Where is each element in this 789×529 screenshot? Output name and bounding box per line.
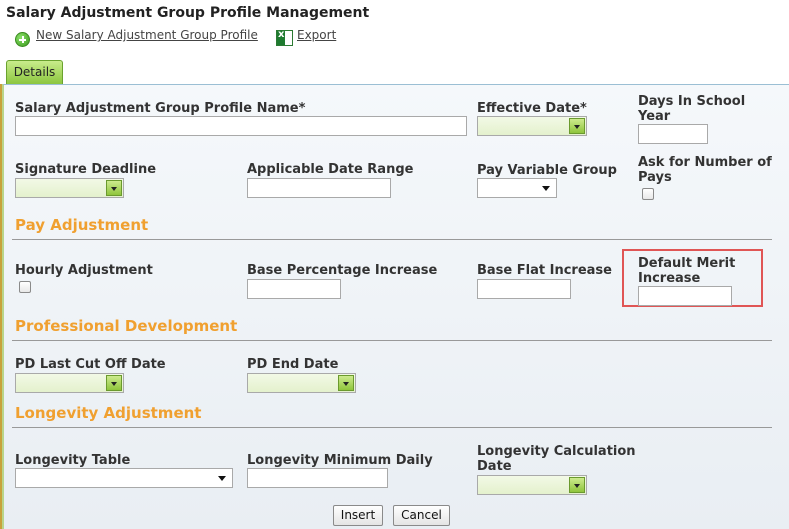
ask-number-of-pays-checkbox[interactable] xyxy=(642,188,654,200)
hourly-adjustment-label: Hourly Adjustment xyxy=(15,263,153,278)
section-divider xyxy=(12,427,772,428)
tab-details[interactable]: Details xyxy=(6,60,63,84)
longevity-min-daily-hours-input[interactable] xyxy=(247,468,388,488)
export-link[interactable]: Export xyxy=(297,28,336,42)
signature-deadline-label: Signature Deadline xyxy=(15,162,157,177)
default-merit-increase-label: Default Merit Increase xyxy=(638,256,736,286)
pd-last-cut-off-date-input[interactable] xyxy=(15,373,124,393)
section-pay-adjustment: Pay Adjustment xyxy=(15,216,149,234)
cancel-button[interactable]: Cancel xyxy=(393,505,450,526)
longevity-table-label: Longevity Table xyxy=(15,453,131,468)
excel-icon[interactable] xyxy=(276,29,293,46)
base-percentage-increase-input[interactable] xyxy=(247,279,341,299)
pd-last-cut-off-date-label: PD Last Cut Off Date xyxy=(15,357,166,372)
effective-date-label: Effective Date* xyxy=(477,101,587,116)
chevron-down-icon xyxy=(542,186,550,191)
pd-end-date-input[interactable] xyxy=(247,373,356,393)
pd-end-date-label: PD End Date xyxy=(247,357,339,372)
profile-name-label: Salary Adjustment Group Profile Name* xyxy=(15,101,306,116)
hourly-adjustment-checkbox[interactable] xyxy=(19,281,31,293)
pay-variable-group-label: Pay Variable Group xyxy=(477,163,617,178)
base-flat-increase-input[interactable] xyxy=(477,279,571,299)
calendar-dropdown-icon[interactable] xyxy=(338,375,354,391)
pay-variable-group-select[interactable] xyxy=(477,178,557,198)
calendar-dropdown-icon[interactable] xyxy=(106,375,122,391)
section-professional-development: Professional Development xyxy=(15,317,238,335)
section-longevity-adjustment: Longevity Adjustment xyxy=(15,404,202,422)
calendar-dropdown-icon[interactable] xyxy=(106,180,122,196)
left-accent-bar xyxy=(0,84,2,529)
insert-button[interactable]: Insert xyxy=(333,505,383,526)
longevity-calculation-date-label: Longevity Calculation Date xyxy=(477,444,636,474)
applicable-date-range-input[interactable] xyxy=(247,178,391,198)
calendar-dropdown-icon[interactable] xyxy=(569,118,585,134)
effective-date-input[interactable] xyxy=(477,116,587,136)
section-divider xyxy=(12,340,772,341)
chevron-down-icon xyxy=(218,476,226,481)
plus-circle-icon[interactable] xyxy=(15,32,30,47)
default-merit-increase-input[interactable] xyxy=(638,286,732,306)
profile-name-input[interactable] xyxy=(15,116,467,136)
section-divider xyxy=(12,239,772,240)
applicable-date-range-label: Applicable Date Range xyxy=(247,162,414,177)
base-flat-increase-label: Base Flat Increase xyxy=(477,263,612,278)
new-profile-link[interactable]: New Salary Adjustment Group Profile xyxy=(36,28,258,42)
days-in-school-year-label: Days In School Year xyxy=(638,94,746,124)
calendar-dropdown-icon[interactable] xyxy=(569,477,585,493)
longevity-table-select[interactable] xyxy=(15,468,233,488)
longevity-calculation-date-input[interactable] xyxy=(477,475,587,495)
base-percentage-increase-label: Base Percentage Increase xyxy=(247,263,438,278)
page-title: Salary Adjustment Group Profile Manageme… xyxy=(6,5,370,21)
ask-number-of-pays-label: Ask for Number of Pays xyxy=(638,155,772,185)
signature-deadline-input[interactable] xyxy=(15,178,124,198)
days-in-school-year-input[interactable] xyxy=(638,124,708,144)
